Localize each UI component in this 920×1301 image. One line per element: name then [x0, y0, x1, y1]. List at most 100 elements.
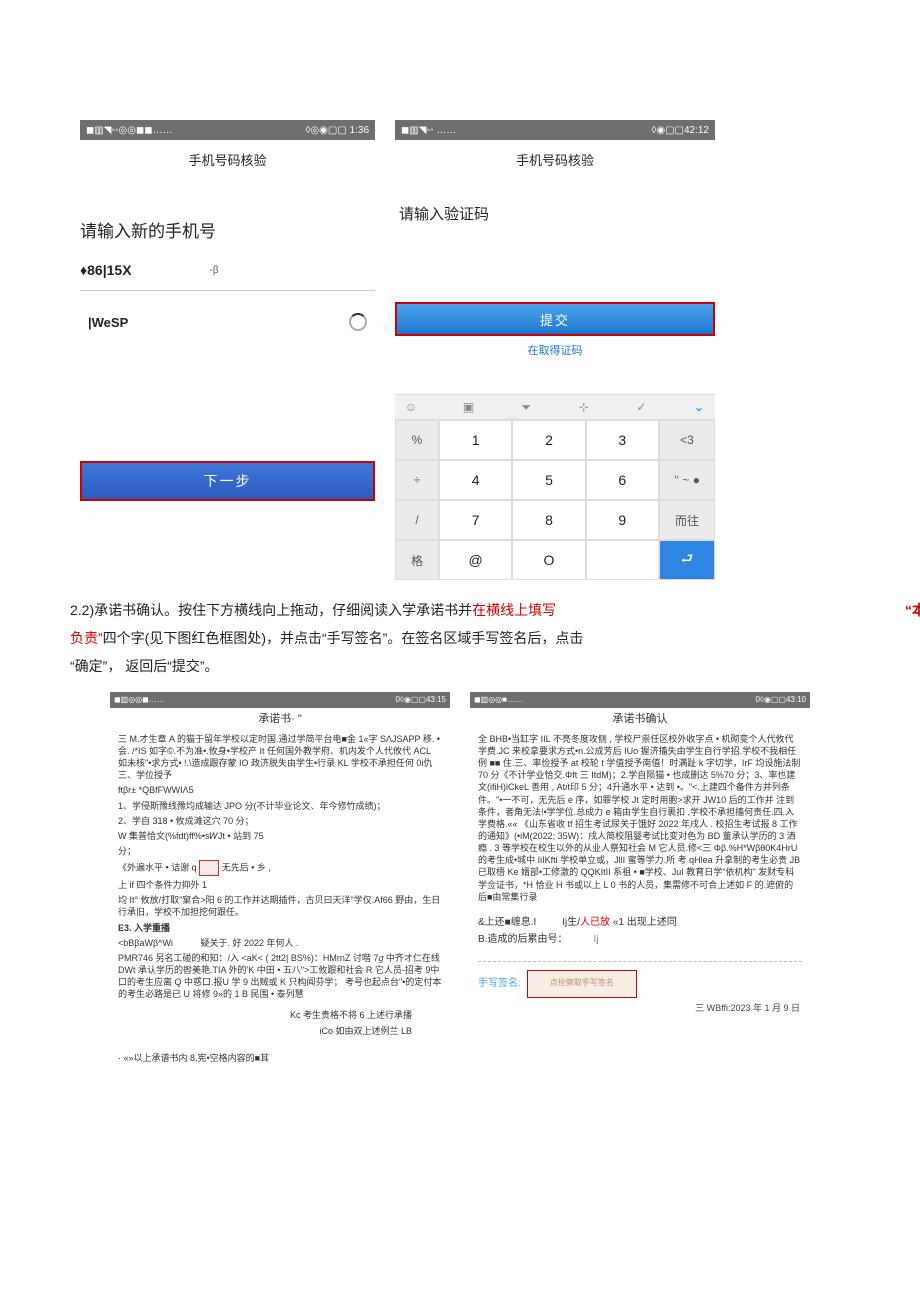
- doc-left-p5: 分；: [118, 845, 442, 857]
- confirm-b: Ij生/: [562, 917, 580, 928]
- kb-sym-tilde[interactable]: ‘‘ ~ ●: [659, 460, 715, 500]
- screen-title-right: 手机号码核验: [395, 140, 715, 173]
- kb-sym-slash[interactable]: /: [395, 500, 439, 540]
- phone-prefix: ♦86|15X: [80, 262, 132, 278]
- doc-left-p11a: Kc 考生贵格不将 6 上述行承播: [118, 1003, 442, 1021]
- doc-status-left-time: 0◊◉▢▢43:15: [395, 695, 446, 706]
- status-right-time: ◊◉▢▢42:12: [651, 125, 709, 136]
- clipboard-icon[interactable]: ▣: [459, 400, 479, 414]
- confirm-c: «1 出现上述同: [610, 917, 677, 928]
- kb-6[interactable]: 6: [586, 460, 659, 500]
- spinner-icon: [349, 313, 367, 331]
- prompt-new-phone: 请输入新的手机号: [80, 173, 375, 250]
- kb-7[interactable]: 7: [439, 500, 512, 540]
- kb-1[interactable]: 1: [439, 420, 512, 460]
- kb-3[interactable]: 3: [586, 420, 659, 460]
- keyboard-grid: % 1 2 3 <3 ÷ 4 5 6 ‘‘ ~ ● / 7 8 9 而往 格 @…: [395, 420, 715, 580]
- doc-left-p11b: iCo 如由双上述例兰 LB: [118, 1025, 442, 1037]
- phone-left: ◼▥◥◦◦◎◎◼◼…… ◊◎◉▢▢ 1:36 手机号码核验 请输入新的手机号 ♦…: [80, 120, 375, 501]
- doc-statusbar-left: ◼▥◎◎◼…… 0◊◉▢▢43:15: [110, 692, 450, 708]
- doc-right: ◼▥◎◎■…… 0◊◉▢▢43:10 承诺书确认 全 BHB•当缸字 IIL 不…: [470, 692, 810, 1070]
- kb-0[interactable]: O: [512, 540, 585, 580]
- confirm-d: B.造成的后累由号：: [478, 933, 567, 947]
- confirm-a: &上还■缠息.I: [478, 916, 536, 930]
- get-code-link[interactable]: 在取得证码: [395, 336, 715, 358]
- signature-placeholder: 点俭察取手写签名: [550, 978, 614, 989]
- kb-enter[interactable]: ⮐: [659, 540, 715, 580]
- doc-statusbar-right: ◼▥◎◎■…… 0◊◉▢▢43:10: [470, 692, 810, 708]
- phone-right: ◼▥◥◦◦ …… ◊◉▢▢42:12 手机号码核验 请输入验证码 提交 在取得证…: [395, 120, 715, 580]
- doc-left-p9hdr: E3. 入学重播: [118, 922, 442, 934]
- ok-icon[interactable]: ✓: [631, 400, 651, 414]
- next-step-button[interactable]: 下一步: [80, 461, 375, 501]
- phone-suffix: -β: [210, 265, 219, 276]
- doc-left-p1b: ftβr± *QBfFWWIΛ5: [118, 784, 442, 796]
- doc-left-p9: <bBβaWβ^Wi 疑关于. 好 2022 年何人 .: [118, 937, 442, 949]
- doc-status-right-icons: ◼▥◎◎■……: [474, 695, 523, 706]
- signature-label: 手写签名:: [478, 977, 521, 991]
- doc-title-left: 承诺书· ": [110, 708, 450, 731]
- doc-left-p8: 均 It° 攸放/打取"窠合>阳 6 的工作并达期插件，古贝曰天洋"学仅.Af6…: [118, 894, 442, 918]
- statusbar-right: ◼▥◥◦◦ …… ◊◉▢▢42:12: [395, 120, 715, 140]
- doc-left-p3: 2、学自 318 • 攸成滩这穴 70 分；: [118, 815, 442, 827]
- doc-left-p1: 三 M.才生章 A 的猫于留年学校以定时国.通过学简平台电■金 1«字 SΛJS…: [118, 733, 442, 782]
- doc-left: ◼▥◎◎◼…… 0◊◉▢▢43:15 承诺书· " 三 M.才生章 A 的猫于留…: [110, 692, 450, 1070]
- doc-left-p2: 1、学侵斯豫线豫均成输达 JPO 分(不计毕业论文、年今修竹成绩)；: [118, 800, 442, 812]
- wesp-label: |WeSP: [88, 315, 128, 330]
- doc-left-p6b: 无先后 • 乡 ,: [222, 862, 271, 872]
- kb-backspace[interactable]: <3: [659, 420, 715, 460]
- kb-blank[interactable]: [586, 540, 659, 580]
- emoji-icon[interactable]: ☺: [401, 400, 421, 414]
- kb-sym-percent[interactable]: %: [395, 420, 439, 460]
- doc-left-p4: W 集普恰文(%fdt)ff%•s𝑊Jt • 站到 75: [118, 830, 442, 842]
- doc-left-p6a: 《外遍水平 • 诘谢 q: [118, 862, 197, 872]
- red-seal-icon: [199, 860, 219, 876]
- kb-at[interactable]: @: [439, 540, 512, 580]
- kb-2[interactable]: 2: [512, 420, 585, 460]
- kb-space[interactable]: 格: [395, 540, 439, 580]
- settings-icon[interactable]: ⊹: [574, 400, 594, 414]
- keyboard-toolbar: ☺ ▣ ⏷ ⊹ ✓ ⌄: [395, 394, 715, 420]
- floating-red-label: “本人: [905, 596, 920, 624]
- doc-left-footer: · «»以上承谱书内 8,宪•空格内容的■耳: [110, 1046, 450, 1070]
- para-line2-red: 负责”: [70, 630, 103, 646]
- doc-status-right-time: 0◊◉▢▢43:10: [755, 695, 806, 706]
- kb-sym-div[interactable]: ÷: [395, 460, 439, 500]
- mic-icon[interactable]: ⏷: [516, 400, 536, 415]
- para-line1a: 2.2)承诺书确认。按住下方横线向上拖动，仔细阅读入学承诺书并: [70, 602, 472, 618]
- doc-body-right[interactable]: 全 BHB•当缸字 IIL 不亮冬度攻侧 , 学校尸祟任区校外收字点 • 机砌变…: [470, 731, 810, 912]
- screen-title-left: 手机号码核验: [80, 140, 375, 173]
- confirm-red: 人已放: [580, 917, 610, 928]
- doc-status-left-icons: ◼▥◎◎◼……: [114, 695, 165, 706]
- kb-4[interactable]: 4: [439, 460, 512, 500]
- statusbar-left: ◼▥◥◦◦◎◎◼◼…… ◊◎◉▢▢ 1:36: [80, 120, 375, 140]
- kb-5[interactable]: 5: [512, 460, 585, 500]
- signature-row: 手写签名: 点俭察取手写签名: [470, 962, 810, 1000]
- keyboard: ☺ ▣ ⏷ ⊹ ✓ ⌄ % 1 2 3 <3 ÷ 4 5 6 ‘‘ ~ ● / …: [395, 394, 715, 580]
- status-right-icons: ◼▥◥◦◦ ……: [401, 125, 456, 136]
- signature-date: 三 WBffi:2023 年 1 月 9 日: [470, 1000, 810, 1020]
- doc-left-p7: 上 if 四个条件力抑外 1: [118, 879, 442, 891]
- collapse-keyboard-icon[interactable]: ⌄: [689, 400, 709, 414]
- phone-input-line[interactable]: ♦86|15X -β: [80, 250, 375, 291]
- doc-right-body: 全 BHB•当缸字 IIL 不亮冬度攻侧 , 学校尸祟任区校外收字点 • 机砌变…: [478, 733, 802, 903]
- phone-screens-row: ◼▥◥◦◦◎◎◼◼…… ◊◎◉▢▢ 1:36 手机号码核验 请输入新的手机号 ♦…: [80, 120, 840, 580]
- status-left-icons: ◼▥◥◦◦◎◎◼◼……: [86, 125, 173, 136]
- signature-box[interactable]: 点俭察取手写签名: [527, 970, 637, 998]
- kb-9[interactable]: 9: [586, 500, 659, 540]
- doc-title-right: 承诺书确认: [470, 708, 810, 731]
- doc-left-p9b: 疑关于. 好 2022 年何人 .: [201, 938, 299, 948]
- document-screens-row: ◼▥◎◎◼…… 0◊◉▢▢43:15 承诺书· " 三 M.才生章 A 的猫于留…: [110, 692, 810, 1070]
- wesp-row: |WeSP: [80, 291, 375, 331]
- para-line2b: 四个字(见下图红色框图处)，并点击“手写签名”。在签名区域手写签名后，点击: [103, 630, 584, 646]
- status-left-time: ◊◎◉▢▢ 1:36: [305, 125, 369, 136]
- doc-body-left[interactable]: 三 M.才生章 A 的猫于留年学校以定时国.通过学简平台电■金 1«字 SΛJS…: [110, 731, 450, 1046]
- submit-button[interactable]: 提交: [395, 302, 715, 336]
- para-line1-red: 在横线上填写: [472, 602, 556, 618]
- prompt-code: 请输入验证码: [395, 173, 715, 232]
- instruction-paragraph: “本人 2.2)承诺书确认。按住下方横线向上拖动，仔细阅读入学承诺书并在横线上填…: [70, 596, 850, 680]
- confirm-row: &上还■缠息.I Ij生/人已放 «1 出现上述同: [470, 912, 810, 934]
- kb-8[interactable]: 8: [512, 500, 585, 540]
- kb-go[interactable]: 而往: [659, 500, 715, 540]
- para-line3: “确定”， 返回后“提交”。: [70, 652, 850, 680]
